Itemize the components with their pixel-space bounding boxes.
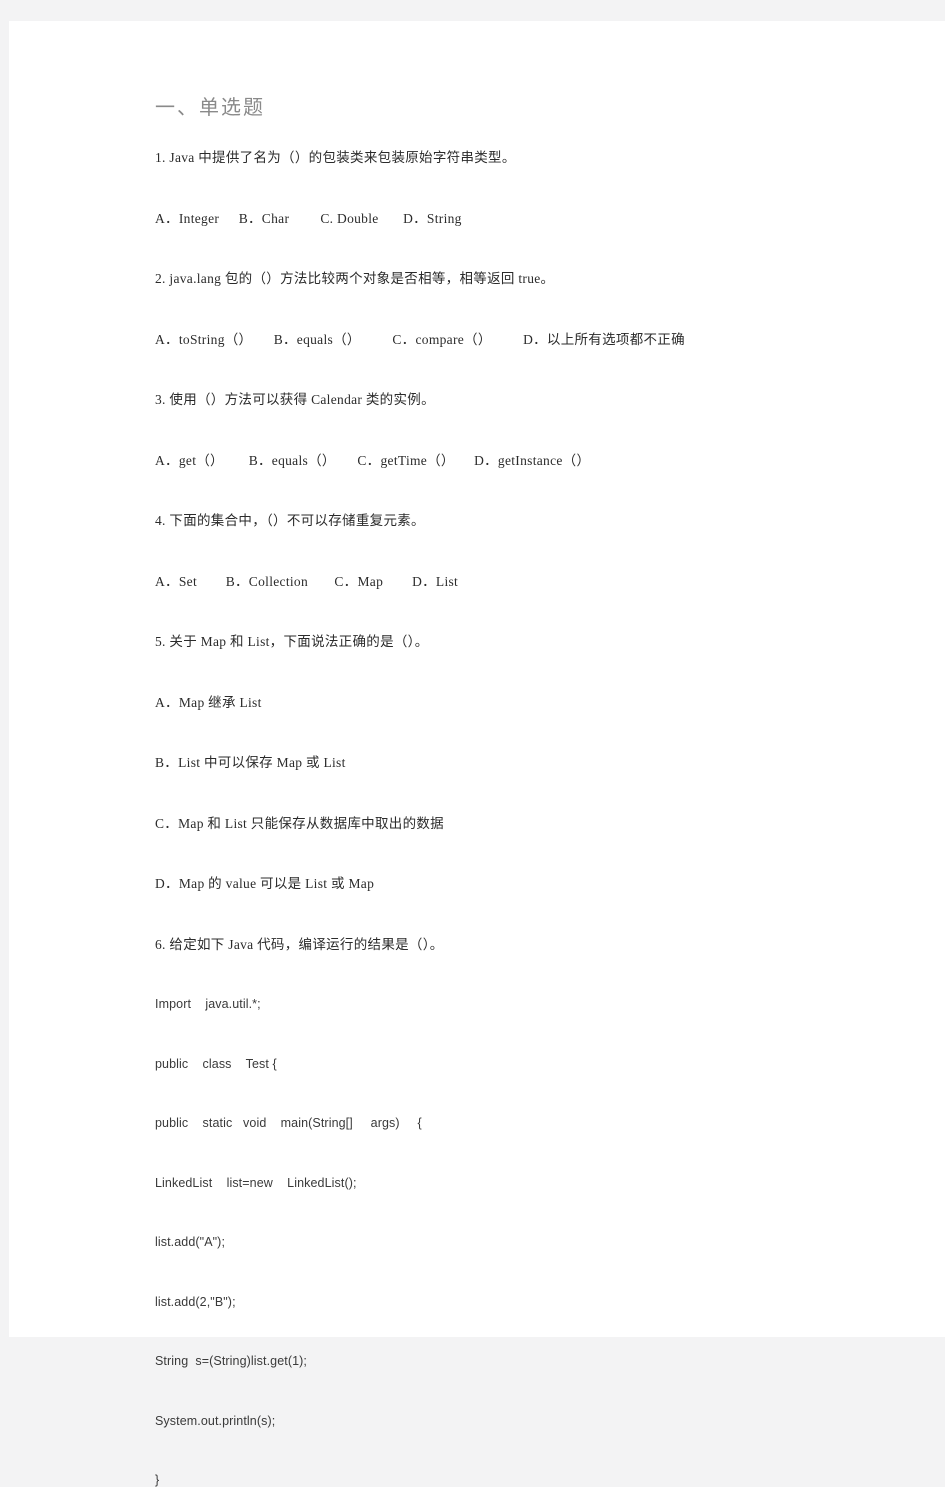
document-content: 一、单选题 1. Java 中提供了名为（）的包装类来包装原始字符串类型。 A．… <box>146 91 846 1487</box>
option-1-a[interactable]: A．Integer <box>155 211 235 226</box>
document-page: 一、单选题 1. Java 中提供了名为（）的包装类来包装原始字符串类型。 A．… <box>9 21 945 1486</box>
option-5-d[interactable]: D．Map 的 value 可以是 List 或 Map <box>155 877 846 891</box>
question-text-1: 1. Java 中提供了名为（）的包装类来包装原始字符串类型。 <box>155 150 516 165</box>
option-3-b[interactable]: B．equals（） <box>249 453 354 468</box>
question-block-3: 3. 使用（）方法可以获得 Calendar 类的实例。 A．get（） B．e… <box>146 393 846 514</box>
code-line: list.add("A"); <box>155 1235 226 1249</box>
option-2-d[interactable]: D．以上所有选项都不正确 <box>523 332 685 347</box>
option-1-d[interactable]: D．String <box>403 211 462 226</box>
options-row-2: A．toString（） B．equals（） C．compare（） D．以上… <box>155 332 846 347</box>
code-line: Import java.util.*; <box>155 997 261 1011</box>
option-3-d[interactable]: D．getInstance（） <box>474 453 590 468</box>
question-block-2: 2. java.lang 包的（）方法比较两个对象是否相等，相等返回 true。… <box>146 272 846 393</box>
option-4-a[interactable]: A．Set <box>155 574 222 589</box>
code-line: String s=(String)list.get(1); <box>155 1354 308 1368</box>
question-text-5: 5. 关于 Map 和 List，下面说法正确的是（）。 <box>155 634 429 649</box>
option-4-c[interactable]: C．Map <box>334 574 408 589</box>
option-5-c[interactable]: C．Map 和 List 只能保存从数据库中取出的数据 <box>155 816 846 831</box>
options-row-1: A．Integer B．Char C. Double D．String <box>155 211 846 226</box>
code-line: LinkedList list=new LinkedList(); <box>155 1175 357 1190</box>
option-5-b[interactable]: B．List 中可以保存 Map 或 List <box>155 756 846 770</box>
question-text-4: 4. 下面的集合中，（）不可以存储重复元素。 <box>155 513 425 528</box>
question-block-4: 4. 下面的集合中，（）不可以存储重复元素。 A．Set B．Collectio… <box>146 514 846 635</box>
page-title: 一、单选题 <box>155 97 265 119</box>
options-row-3: A．get（） B．equals（） C．getTime（） D．getInst… <box>155 453 846 468</box>
question-text-3: 3. 使用（）方法可以获得 Calendar 类的实例。 <box>155 392 435 407</box>
options-row-4: A．Set B．Collection C．Map D．List <box>155 574 846 589</box>
question-text-2: 2. java.lang 包的（）方法比较两个对象是否相等，相等返回 true。 <box>155 271 555 286</box>
option-2-b[interactable]: B．equals（） <box>274 332 389 347</box>
code-block: Import java.util.*; public class Test { … <box>146 998 846 1487</box>
question-text-6: 6. 给定如下 Java 代码，编译运行的结果是（）。 <box>155 936 444 952</box>
option-5-a[interactable]: A．Map 继承 List <box>155 695 846 710</box>
option-1-c[interactable]: C. Double <box>320 211 399 226</box>
option-3-c[interactable]: C．getTime（） <box>357 453 470 468</box>
option-4-d[interactable]: D．List <box>412 574 458 589</box>
option-1-b[interactable]: B．Char <box>239 211 317 226</box>
question-block-5: 5. 关于 Map 和 List，下面说法正确的是（）。 A．Map 继承 Li… <box>146 635 846 938</box>
option-3-a[interactable]: A．get（） <box>155 453 245 468</box>
option-2-c[interactable]: C．compare（） <box>392 332 519 347</box>
code-line: list.add(2,"B"); <box>155 1294 236 1309</box>
code-line: public class Test { <box>155 1056 277 1071</box>
question-block-6: 6. 给定如下 Java 代码，编译运行的结果是（）。 Import java.… <box>146 936 846 1487</box>
question-block-1: 1. Java 中提供了名为（）的包装类来包装原始字符串类型。 A．Intege… <box>146 151 846 272</box>
option-4-b[interactable]: B．Collection <box>226 574 331 589</box>
option-2-a[interactable]: A．toString（） <box>155 332 270 347</box>
code-line: System.out.println(s); <box>155 1413 276 1428</box>
code-line: } <box>155 1473 160 1487</box>
code-line: public static void main(String[] args) { <box>155 1116 422 1130</box>
